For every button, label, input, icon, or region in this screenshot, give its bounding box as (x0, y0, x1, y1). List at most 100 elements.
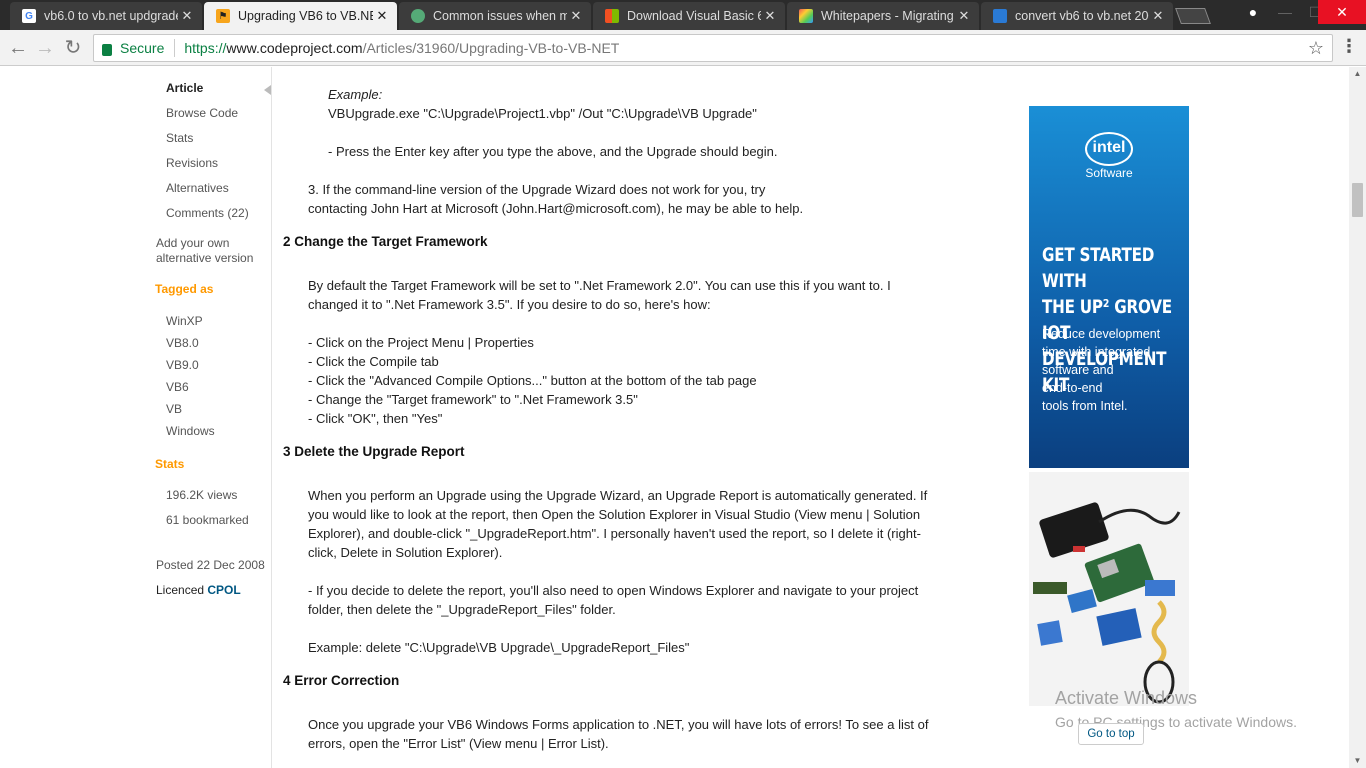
paragraph: changed it to ".Net Framework 3.5". If y… (308, 297, 711, 312)
close-icon[interactable]: ✕ (1149, 8, 1167, 24)
intel-logo: intel (1085, 132, 1133, 166)
tab-whitepapers[interactable]: Whitepapers - Migrating ✕ (787, 2, 979, 30)
heading-delete-upgrade-report: 3 Delete the Upgrade Report (283, 444, 465, 459)
tab-convert-search[interactable]: convert vb6 to vb.net 200 ✕ (981, 2, 1173, 30)
url-path: /Articles/31960/Upgrading-VB-to-VB-NET (362, 40, 620, 56)
ad-body-line: time with integrated (1042, 345, 1151, 359)
tab-title: convert vb6 to vb.net 200 (1015, 9, 1149, 23)
close-icon[interactable]: ✕ (178, 8, 196, 24)
list-item: - Click "OK", then "Yes" (308, 411, 443, 426)
paragraph: Explorer), and double-click "_UpgradeRep… (308, 526, 921, 541)
tag-vb6[interactable]: VB6 (166, 380, 189, 394)
globe-icon (411, 9, 425, 23)
scroll-down-arrow-icon[interactable]: ▼ (1349, 754, 1366, 768)
tab-upgrading-vb6[interactable]: ⚑ Upgrading VB6 to VB.NET ✕ (204, 2, 397, 30)
add-alternative-link-l2[interactable]: alternative version (156, 251, 253, 265)
tab-vb6-upgrade-search[interactable]: G vb6.0 to vb.net updgrade ✕ (10, 2, 202, 30)
back-button[interactable]: ← (6, 36, 30, 60)
menu-dots-icon[interactable]: ⋮ (1340, 36, 1358, 57)
address-bar[interactable]: Secure https://www.codeproject.com/Artic… (93, 34, 1333, 62)
licence-link[interactable]: CPOL (207, 583, 240, 597)
new-tab-button[interactable] (1175, 8, 1211, 24)
stats-heading: Stats (155, 457, 185, 471)
tab-common-issues[interactable]: Common issues when mi ✕ (399, 2, 591, 30)
close-icon[interactable]: ✕ (567, 8, 585, 24)
lock-icon (102, 44, 112, 56)
url-host: www.codeproject.com (226, 40, 363, 56)
bookmark-star-icon[interactable]: ☆ (1308, 38, 1324, 59)
paragraph: Once you upgrade your VB6 Windows Forms … (308, 717, 929, 732)
paragraph: errors, open the "Error List" (View menu… (308, 736, 609, 751)
paragraph: - If you decide to delete the report, yo… (308, 583, 919, 598)
list-item: - Change the "Target framework" to ".Net… (308, 392, 638, 407)
scroll-up-arrow-icon[interactable]: ▲ (1349, 67, 1366, 81)
ad-body-line: tools from Intel. (1042, 399, 1128, 413)
close-icon[interactable]: ✕ (955, 8, 973, 24)
page-viewport: Article Browse Code Stats Revisions Alte… (0, 67, 1349, 768)
paragraph: Example: delete "C:\Upgrade\VB Upgrade\_… (308, 640, 690, 655)
dev-kit-illustration (1033, 502, 1181, 704)
tab-title: Common issues when mi (433, 9, 567, 23)
sidebar-item-revisions[interactable]: Revisions (166, 156, 218, 170)
ad-brand-sub: Software (1085, 166, 1133, 180)
url-protocol: https:// (184, 40, 227, 56)
close-icon[interactable]: ✕ (373, 8, 391, 24)
sidebar-item-comments[interactable]: Comments (22) (166, 206, 249, 220)
tag-winxp[interactable]: WinXP (166, 314, 203, 328)
paragraph: contacting John Hart at Microsoft (John.… (308, 201, 804, 216)
vertical-scrollbar[interactable]: ▲ ▼ (1349, 67, 1366, 768)
heading-change-target-framework: 2 Change the Target Framework (283, 234, 488, 249)
window-close-button[interactable]: ✕ (1318, 0, 1366, 24)
profile-icon[interactable]: ● (1238, 0, 1268, 24)
tab-title: vb6.0 to vb.net updgrade (44, 9, 178, 23)
posted-date: Posted 22 Dec 2008 (156, 558, 265, 572)
close-icon[interactable]: ✕ (761, 8, 779, 24)
tag-vb[interactable]: VB (166, 402, 182, 416)
add-alternative-link-l1[interactable]: Add your own (156, 236, 229, 250)
reload-button[interactable]: ↻ (61, 36, 85, 60)
list-item: - Click on the Project Menu | Properties (308, 335, 534, 350)
tab-title: Whitepapers - Migrating (821, 9, 954, 23)
ad-body-line: Reduce development (1042, 327, 1161, 341)
list-item: - Click the Compile tab (308, 354, 439, 369)
microsoft-icon (605, 9, 619, 23)
browser-toolbar: ← → ↻ Secure https://www.codeproject.com… (0, 30, 1366, 66)
article-sidebar: Article Browse Code Stats Revisions Alte… (140, 67, 272, 768)
bing-icon (993, 9, 1007, 23)
ad-body-line: end-to-end (1042, 381, 1103, 395)
minimize-button[interactable]: — (1270, 0, 1300, 24)
licenced-label: Licenced (156, 583, 205, 597)
tab-title: Download Visual Basic 6.0 (627, 9, 761, 23)
paragraph: 3. If the command-line version of the Up… (308, 182, 766, 197)
activate-windows-watermark: Activate Windows (1055, 688, 1198, 708)
tag-vb8[interactable]: VB8.0 (166, 336, 199, 350)
tag-windows[interactable]: Windows (166, 424, 215, 438)
tab-title: Upgrading VB6 to VB.NET (238, 9, 373, 23)
paragraph: you would like to look at the report, th… (308, 507, 921, 522)
go-to-top-button[interactable]: Go to top (1078, 723, 1144, 745)
tag-vb9[interactable]: VB9.0 (166, 358, 199, 372)
ad-top-panel: intel Software GET STARTED WITH THE UP² … (1029, 106, 1189, 468)
example-label: Example: (328, 87, 383, 102)
sidebar-item-article[interactable]: Article (166, 81, 203, 95)
ad-body-line: software and (1042, 363, 1114, 377)
whitepaper-icon (799, 9, 813, 23)
paragraph: By default the Target Framework will be … (308, 278, 891, 293)
scrollbar-thumb[interactable] (1352, 183, 1363, 217)
paragraph: click, Delete in Solution Explorer). (308, 545, 503, 560)
tagged-as-heading: Tagged as (155, 282, 214, 296)
forward-button[interactable]: → (33, 36, 57, 60)
tab-download-vb6[interactable]: Download Visual Basic 6.0 ✕ (593, 2, 785, 30)
views-count: 196.2K views (166, 488, 238, 502)
ad-product-image (1029, 472, 1189, 706)
sidebar-item-alternatives[interactable]: Alternatives (166, 181, 229, 195)
tab-strip: G vb6.0 to vb.net updgrade ✕ ⚑ Upgrading… (0, 0, 1366, 30)
intel-ad-banner[interactable]: intel Software GET STARTED WITH THE UP² … (1029, 106, 1189, 706)
collapse-arrow-icon[interactable] (264, 85, 271, 95)
paragraph: folder, then delete the "_UpgradeReport_… (308, 602, 616, 617)
sidebar-item-stats[interactable]: Stats (166, 131, 193, 145)
sidebar-item-browse-code[interactable]: Browse Code (166, 106, 238, 120)
list-item: - Click the "Advanced Compile Options...… (308, 373, 757, 388)
ad-headline-line: GET STARTED WITH (1042, 244, 1155, 292)
heading-error-correction: 4 Error Correction (283, 673, 400, 688)
